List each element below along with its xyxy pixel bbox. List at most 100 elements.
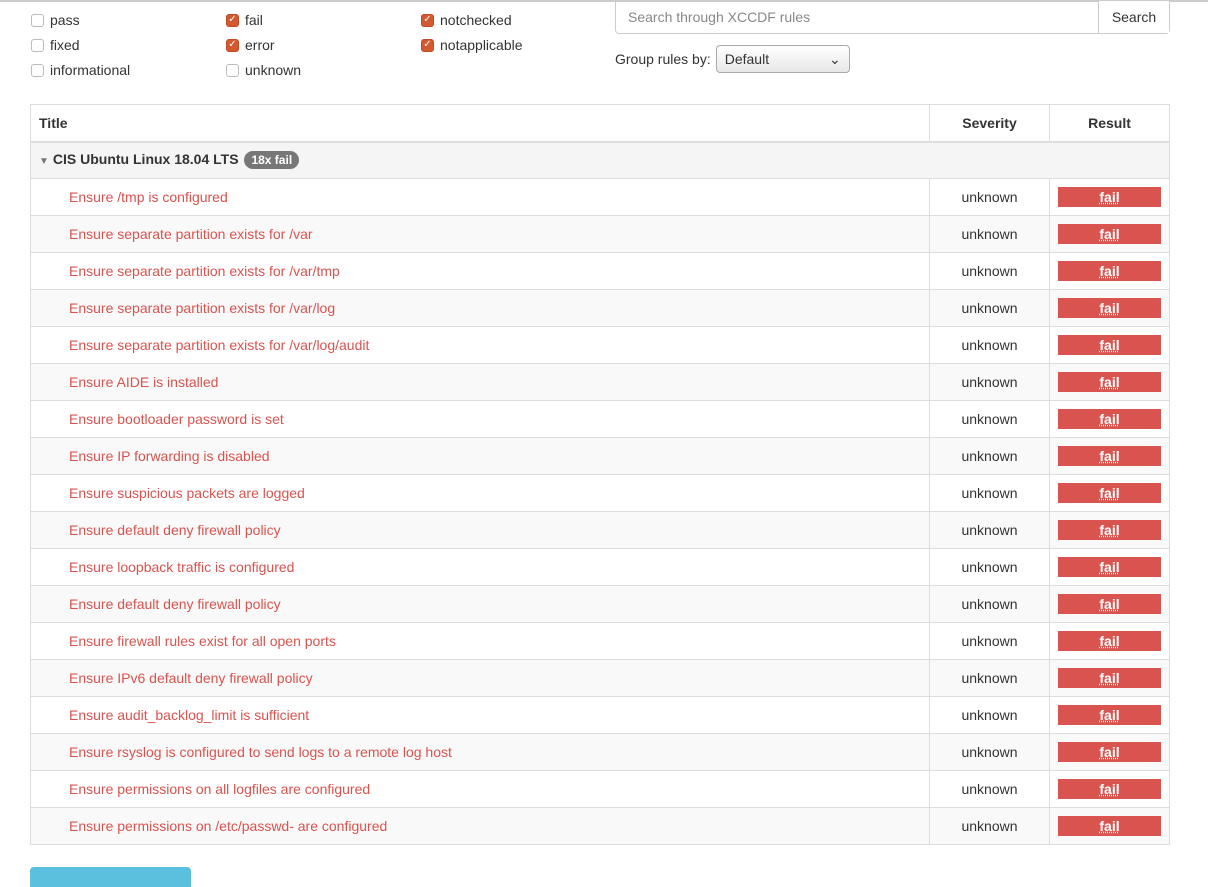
group-rules-select[interactable]: Default ⌄ [715, 45, 850, 73]
rule-severity: unknown [929, 474, 1050, 512]
result-badge[interactable]: fail [1058, 335, 1161, 355]
rule-severity: unknown [929, 733, 1050, 771]
result-cell: fail [1049, 807, 1170, 845]
rule-severity: unknown [929, 548, 1050, 586]
table-row[interactable]: Ensure IPv6 default deny firewall policy… [30, 659, 1170, 697]
chevron-down-icon: ⌄ [828, 50, 841, 67]
action-button[interactable] [30, 867, 191, 887]
rule-title-link[interactable]: Ensure default deny firewall policy [30, 585, 930, 623]
rule-title-link[interactable]: Ensure AIDE is installed [30, 363, 930, 401]
table-row[interactable]: Ensure loopback traffic is configured unk… [30, 548, 1170, 586]
table-row[interactable]: Ensure /tmp is configured unknown fail [30, 178, 1170, 216]
result-badge[interactable]: fail [1058, 298, 1161, 318]
result-badge[interactable]: fail [1058, 594, 1161, 614]
table-row[interactable]: Ensure AIDE is installed unknown fail [30, 363, 1170, 401]
filter-label: informational [50, 62, 131, 78]
rule-title-link[interactable]: Ensure bootloader password is set [30, 400, 930, 438]
result-badge[interactable]: fail [1058, 224, 1161, 244]
result-cell: fail [1049, 215, 1170, 253]
checkbox[interactable] [31, 13, 44, 27]
rule-severity: unknown [929, 585, 1050, 623]
rule-title-link[interactable]: Ensure permissions on /etc/passwd- are c… [30, 807, 930, 845]
result-cell: fail [1049, 252, 1170, 290]
rule-title-link[interactable]: Ensure separate partition exists for /va… [30, 215, 930, 253]
filter-error[interactable]: ✓ error [226, 35, 275, 55]
result-badge[interactable]: fail [1058, 742, 1161, 762]
group-row[interactable]: ▼ CIS Ubuntu Linux 18.04 LTS 18x fail [30, 141, 1170, 179]
result-badge[interactable]: fail [1058, 483, 1161, 503]
filter-label: error [245, 37, 275, 53]
header-title[interactable]: Title [30, 104, 930, 143]
rule-title-link[interactable]: Ensure audit_backlog_limit is sufficient [30, 696, 930, 734]
checkbox[interactable]: ✓ [226, 13, 239, 27]
rule-title-link[interactable]: Ensure default deny firewall policy [30, 511, 930, 549]
rule-title-link[interactable]: Ensure loopback traffic is configured [30, 548, 930, 586]
rule-title-link[interactable]: Ensure IPv6 default deny firewall policy [30, 659, 930, 697]
checkbox[interactable] [31, 63, 44, 77]
search-input[interactable] [616, 1, 1098, 33]
rule-title-link[interactable]: Ensure suspicious packets are logged [30, 474, 930, 512]
result-badge[interactable]: fail [1058, 631, 1161, 651]
rule-title-link[interactable]: Ensure rsyslog is configured to send log… [30, 733, 930, 771]
result-badge[interactable]: fail [1058, 187, 1161, 207]
result-badge[interactable]: fail [1058, 261, 1161, 281]
rule-title-link[interactable]: Ensure firewall rules exist for all open… [30, 622, 930, 660]
header-severity[interactable]: Severity [929, 104, 1050, 143]
table-row[interactable]: Ensure separate partition exists for /va… [30, 252, 1170, 290]
result-badge[interactable]: fail [1058, 779, 1161, 799]
checkbox[interactable]: ✓ [226, 38, 239, 52]
table-row[interactable]: Ensure separate partition exists for /va… [30, 289, 1170, 327]
table-row[interactable]: Ensure bootloader password is set unknown… [30, 400, 1170, 438]
result-cell: fail [1049, 696, 1170, 734]
checkbox[interactable] [226, 63, 239, 77]
rule-title-link[interactable]: Ensure separate partition exists for /va… [30, 252, 930, 290]
table-row[interactable]: Ensure separate partition exists for /va… [30, 326, 1170, 364]
table-row[interactable]: Ensure IP forwarding is disabled unknown f… [30, 437, 1170, 475]
table-row[interactable]: Ensure default deny firewall policy unkno… [30, 511, 1170, 549]
filter-fail[interactable]: ✓ fail [226, 10, 263, 30]
rule-severity: unknown [929, 326, 1050, 364]
rule-title-link[interactable]: Ensure separate partition exists for /va… [30, 326, 930, 364]
checkbox[interactable]: ✓ [421, 13, 434, 27]
collapse-triangle-icon[interactable]: ▼ [39, 156, 49, 167]
table-row[interactable]: Ensure separate partition exists for /va… [30, 215, 1170, 253]
filter-label: pass [50, 12, 80, 28]
result-cell: fail [1049, 363, 1170, 401]
filter-fixed[interactable]: fixed [31, 35, 80, 55]
filter-notchecked[interactable]: ✓ notchecked [421, 10, 512, 30]
rule-title-link[interactable]: Ensure /tmp is configured [30, 178, 930, 216]
result-badge[interactable]: fail [1058, 705, 1161, 725]
rule-severity: unknown [929, 215, 1050, 253]
filter-unknown[interactable]: unknown [226, 60, 301, 80]
table-row[interactable]: Ensure firewall rules exist for all open… [30, 622, 1170, 660]
rule-title-link[interactable]: Ensure separate partition exists for /va… [30, 289, 930, 327]
result-badge[interactable]: fail [1058, 446, 1161, 466]
filter-notapplicable[interactable]: ✓ notapplicable [421, 35, 523, 55]
checkbox[interactable]: ✓ [421, 38, 434, 52]
result-badge[interactable]: fail [1058, 557, 1161, 577]
rule-title-link[interactable]: Ensure IP forwarding is disabled [30, 437, 930, 475]
result-badge[interactable]: fail [1058, 668, 1161, 688]
result-badge[interactable]: fail [1058, 409, 1161, 429]
result-cell: fail [1049, 474, 1170, 512]
table-row[interactable]: Ensure rsyslog is configured to send log… [30, 733, 1170, 771]
rule-title-link[interactable]: Ensure permissions on all logfiles are c… [30, 770, 930, 808]
header-result[interactable]: Result [1049, 104, 1170, 143]
result-cell: fail [1049, 326, 1170, 364]
table-row[interactable]: Ensure audit_backlog_limit is sufficient… [30, 696, 1170, 734]
result-badge[interactable]: fail [1058, 816, 1161, 836]
checkbox[interactable] [31, 38, 44, 52]
table-row[interactable]: Ensure default deny firewall policy unkno… [30, 585, 1170, 623]
table-row[interactable]: Ensure permissions on /etc/passwd- are c… [30, 807, 1170, 845]
rule-severity: unknown [929, 363, 1050, 401]
table-row[interactable]: Ensure permissions on all logfiles are c… [30, 770, 1170, 808]
filter-pass[interactable]: pass [31, 10, 80, 30]
filter-informational[interactable]: informational [31, 60, 130, 80]
result-badge[interactable]: fail [1058, 520, 1161, 540]
rule-severity: unknown [929, 622, 1050, 660]
rule-severity: unknown [929, 289, 1050, 327]
result-cell: fail [1049, 511, 1170, 549]
table-row[interactable]: Ensure suspicious packets are logged unkn… [30, 474, 1170, 512]
result-badge[interactable]: fail [1058, 372, 1161, 392]
search-button[interactable]: Search [1098, 1, 1169, 33]
